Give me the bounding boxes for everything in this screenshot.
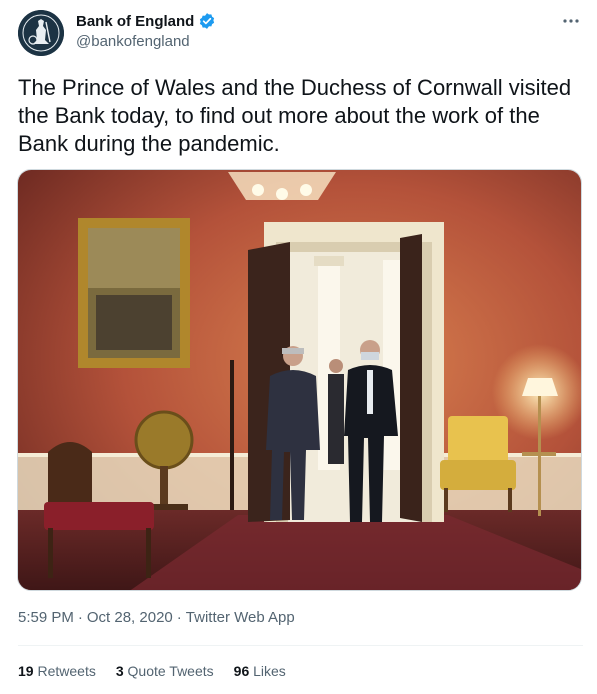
tweet-photo[interactable] [17, 169, 582, 591]
quote-tweets-stat[interactable]: 3 Quote Tweets [116, 663, 214, 679]
tweet-time[interactable]: 5:59 PM [18, 609, 74, 626]
tweet-source[interactable]: Twitter Web App [186, 609, 295, 626]
divider [18, 645, 583, 646]
meta-separator: · [176, 609, 182, 626]
quotes-count: 3 [115, 663, 124, 679]
room-photo-image [18, 170, 581, 590]
more-options-icon[interactable] [561, 12, 581, 30]
britannia-logo-icon [18, 10, 64, 56]
tweet-meta: 5:59 PM · Oct 28, 2020 · Twitter Web App [18, 609, 295, 626]
name-row: Bank of England [76, 12, 216, 30]
figure-back [328, 359, 344, 464]
tweet-text: The Prince of Wales and the Duchess of C… [18, 75, 572, 156]
likes-label: Likes [253, 663, 286, 679]
verified-badge-icon [200, 13, 215, 29]
retweets-stat[interactable]: 19 Retweets [18, 663, 96, 679]
account-handle[interactable]: @bankofengland [76, 33, 190, 50]
likes-count: 96 [233, 663, 250, 679]
retweets-label: Retweets [37, 663, 96, 679]
display-name[interactable]: Bank of England [76, 13, 194, 30]
tweet-header: Bank of England @bankofengland [18, 10, 583, 58]
meta-separator: · [77, 609, 83, 626]
tweet-date[interactable]: Oct 28, 2020 [87, 609, 173, 626]
avatar[interactable] [18, 10, 64, 56]
quotes-label: Quote Tweets [127, 663, 214, 679]
likes-stat[interactable]: 96 Likes [234, 663, 286, 679]
retweets-count: 19 [18, 663, 34, 679]
engagement-stats: 19 Retweets 3 Quote Tweets 96 Likes [18, 663, 286, 679]
